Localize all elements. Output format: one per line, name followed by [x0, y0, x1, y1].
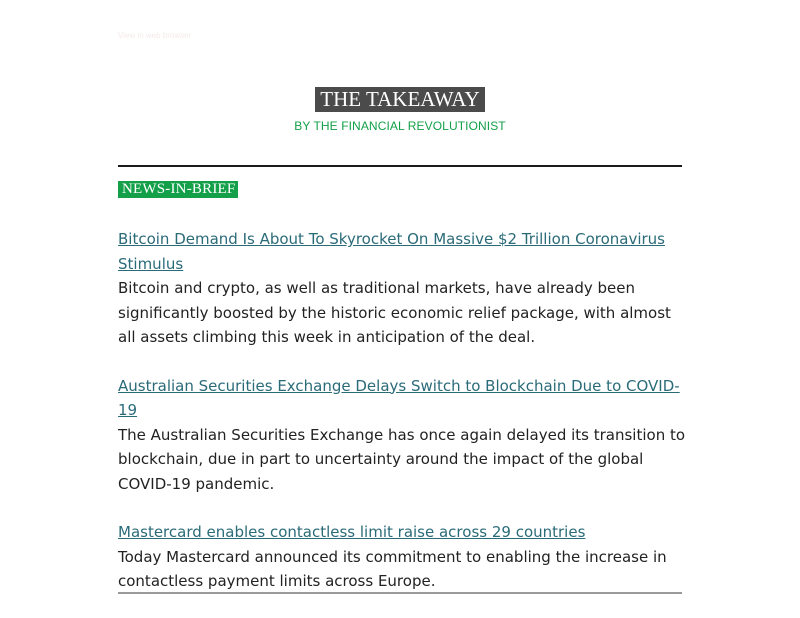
news-summary: Bitcoin and crypto, as well as tradition… [118, 279, 671, 346]
news-headline-link[interactable]: Australian Securities Exchange Delays Sw… [118, 374, 690, 423]
newsletter-title: THE TAKEAWAY [315, 87, 485, 112]
news-item: Australian Securities Exchange Delays Sw… [118, 374, 690, 497]
section-divider [118, 592, 682, 594]
view-in-browser-link[interactable]: View in web browser [118, 31, 191, 40]
news-item: Bitcoin Demand Is About To Skyrocket On … [118, 227, 690, 350]
news-summary: The Australian Securities Exchange has o… [118, 425, 686, 493]
newsletter-byline: BY THE FINANCIAL REVOLUTIONIST [294, 119, 506, 133]
news-list: Bitcoin Demand Is About To Skyrocket On … [118, 227, 690, 618]
news-headline-link[interactable]: Mastercard enables contactless limit rai… [118, 520, 690, 545]
news-item: Mastercard enables contactless limit rai… [118, 520, 690, 594]
section-label: NEWS-IN-BRIEF [118, 181, 239, 198]
header-divider [118, 165, 682, 167]
news-summary: Today Mastercard announced its commitmen… [118, 547, 667, 591]
news-headline-link[interactable]: Bitcoin Demand Is About To Skyrocket On … [118, 227, 690, 276]
masthead: THE TAKEAWAY BY THE FINANCIAL REVOLUTION… [0, 87, 800, 133]
